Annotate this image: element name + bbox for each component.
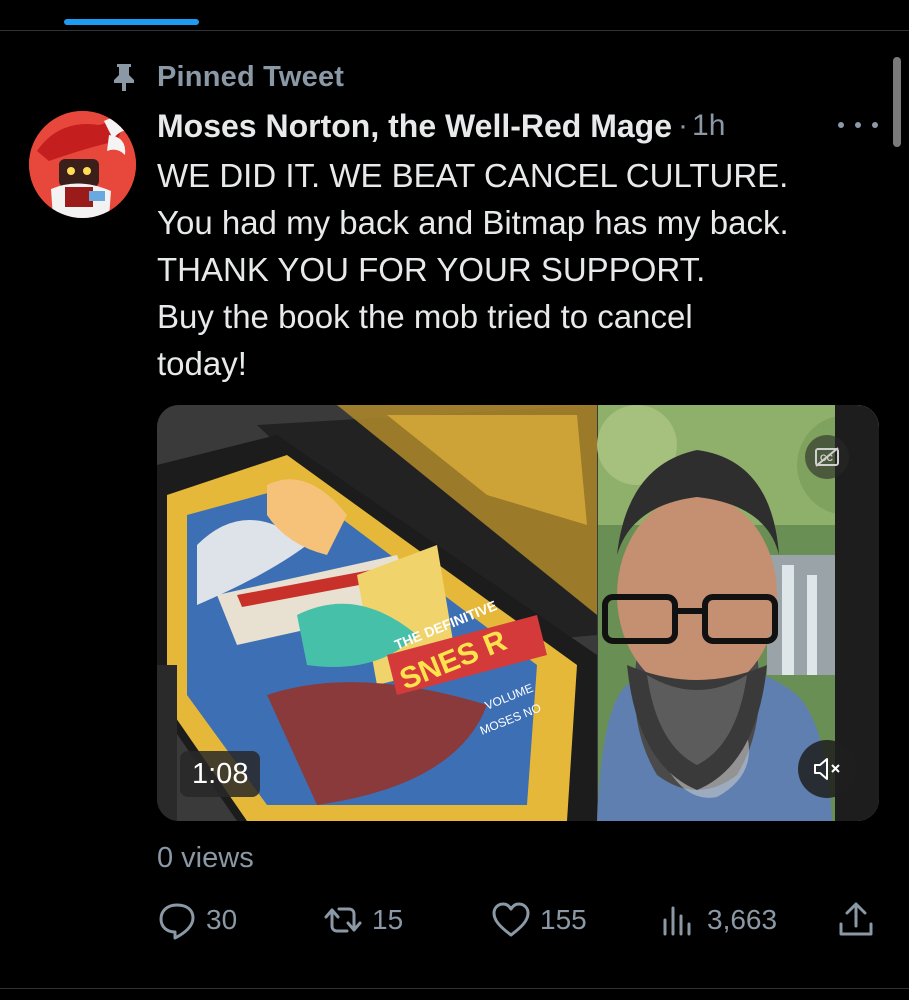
tweet-text-line: THANK YOU FOR YOUR SUPPORT.	[157, 251, 706, 288]
tweet-text-line: today!	[157, 345, 247, 382]
cc-off-icon: CC	[815, 447, 839, 467]
divider	[0, 988, 909, 989]
pin-icon	[114, 64, 134, 91]
red-mage-avatar-icon	[29, 111, 136, 218]
retweet-icon	[324, 907, 362, 933]
tweet-text-line: You had my back and Bitmap has my back.	[157, 204, 789, 241]
share-button[interactable]	[836, 895, 876, 945]
mute-button[interactable]	[798, 740, 856, 798]
retweet-button[interactable]: 15	[323, 895, 403, 945]
more-options-icon[interactable]	[838, 118, 878, 132]
heart-icon	[492, 902, 530, 937]
video-duration: 1:08	[180, 751, 261, 797]
reply-count: 30	[206, 904, 238, 935]
analytics-button[interactable]: 3,663	[658, 895, 777, 945]
reply-button[interactable]: 30	[157, 895, 237, 945]
separator-dot: ·	[678, 109, 689, 142]
tab-bar	[0, 0, 909, 31]
analytics-icon	[663, 906, 691, 936]
scrollbar[interactable]	[893, 57, 901, 147]
muted-speaker-icon	[814, 758, 840, 780]
pinned-label: Pinned Tweet	[157, 60, 345, 93]
share-icon	[839, 902, 873, 936]
analytics-count: 3,663	[707, 904, 778, 935]
tweet-text-line: Buy the book the mob tried to cancel	[157, 298, 693, 335]
tweet-text: WE DID IT. WE BEAT CANCEL CULTURE. You h…	[157, 152, 887, 387]
pinned-indicator: Pinned Tweet	[110, 60, 344, 94]
avatar[interactable]	[29, 111, 136, 218]
video-player[interactable]: SNES R THE DEFINITIVE VOLUME MOSES NO CC…	[157, 405, 879, 821]
like-button[interactable]: 155	[491, 895, 587, 945]
tweet-text-line: WE DID IT. WE BEAT CANCEL CULTURE.	[157, 157, 789, 194]
timestamp[interactable]: 1h	[692, 109, 725, 143]
like-count: 155	[540, 904, 587, 935]
tweet-header: Moses Norton, the Well-Red Mage · 1h	[157, 104, 725, 148]
active-tab-indicator	[64, 19, 199, 25]
video-thumbnail: SNES R THE DEFINITIVE VOLUME MOSES NO	[157, 405, 879, 821]
retweet-count: 15	[372, 904, 404, 935]
captions-button[interactable]: CC	[805, 435, 849, 479]
author-name[interactable]: Moses Norton, the Well-Red Mage	[157, 108, 672, 145]
action-bar: 30 15 155 3,663	[0, 895, 909, 945]
views-count: 0 views	[157, 842, 254, 874]
reply-icon	[159, 903, 195, 940]
